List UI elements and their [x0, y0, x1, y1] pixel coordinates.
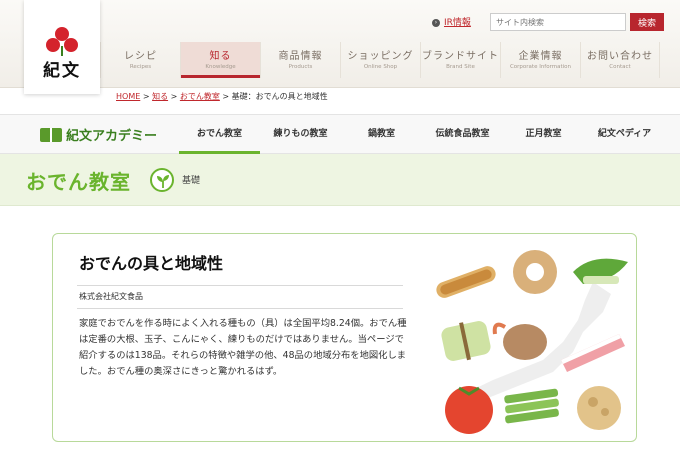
- academy-logo-text: 紀文アカデミー: [66, 129, 158, 144]
- nav-label: 企業情報: [518, 51, 563, 62]
- ganmodoki-ring-icon: [513, 250, 557, 294]
- tab-oden[interactable]: おでん教室: [179, 115, 260, 154]
- search-input[interactable]: [490, 13, 626, 31]
- tab-newyear[interactable]: 正月教室: [503, 115, 584, 154]
- tomato-icon: [445, 386, 493, 434]
- article-card: おでんの具と地域性 株式会社紀文食品 家庭でおでんを作る時によく入れる種もの（具…: [52, 233, 637, 442]
- nav-sublabel: Recipes: [129, 64, 152, 70]
- breadcrumb-current: 基礎：おでんの具と地域性: [231, 92, 328, 101]
- search-button[interactable]: 検索: [630, 13, 664, 31]
- komatsuna-icon: [573, 258, 628, 284]
- breadcrumb: HOME > 知る > おでん教室 > 基礎：おでんの具と地域性: [116, 91, 328, 102]
- ir-label: IR情報: [444, 18, 471, 28]
- nav-item-knowledge[interactable]: 知る Knowledge: [180, 42, 260, 78]
- breadcrumb-separator: >: [140, 92, 153, 101]
- nav-item-shop[interactable]: ショッピング Online Shop: [340, 42, 420, 78]
- sprout-icon: [150, 168, 174, 192]
- divider: [77, 285, 403, 286]
- tab-nabe[interactable]: 鍋教室: [341, 115, 422, 154]
- category-subtitle: 基礎: [182, 176, 201, 186]
- shrimp-skewer-icon: [492, 322, 547, 360]
- oden-ingredients-illustration: [436, 250, 628, 434]
- nav-label: 知る: [209, 51, 232, 62]
- nav-sublabel: Knowledge: [205, 64, 236, 70]
- nav-label: レシピ: [124, 51, 157, 62]
- nav-sublabel: Corporate Information: [509, 64, 572, 70]
- nav-item-recipes[interactable]: レシピ Recipes: [100, 42, 180, 78]
- nav-sublabel: Online Shop: [363, 64, 398, 70]
- breadcrumb-separator: >: [219, 92, 232, 101]
- logo-mark-icon: [46, 27, 78, 56]
- nav-label: お問い合わせ: [587, 51, 653, 62]
- nav-label: 商品情報: [278, 51, 323, 62]
- breadcrumb-separator: >: [168, 92, 180, 101]
- nav-sublabel: Contact: [609, 64, 631, 70]
- nav-item-brand[interactable]: ブランドサイト Brand Site: [420, 42, 500, 78]
- breadcrumb-home[interactable]: HOME: [116, 92, 140, 101]
- kibun-logo[interactable]: 紀文: [24, 0, 100, 94]
- tab-pedia[interactable]: 紀文ペディア: [584, 115, 665, 154]
- article-author: 株式会社紀文食品: [79, 292, 143, 301]
- global-nav: レシピ Recipes 知る Knowledge 商品情報 Products シ…: [100, 42, 660, 78]
- asparagus-icon: [504, 388, 559, 424]
- ir-link[interactable]: › IR情報: [432, 15, 471, 28]
- kinchaku-icon: [577, 386, 621, 430]
- nav-item-contact[interactable]: お問い合わせ Contact: [580, 42, 660, 78]
- divider: [77, 308, 403, 309]
- breadcrumb-knowledge[interactable]: 知る: [152, 92, 168, 101]
- cabbage-roll-icon: [441, 321, 491, 361]
- site-header: 紀文 › IR情報 検索 レシピ Recipes 知る Knowledge 商品情…: [0, 0, 680, 94]
- tab-neri[interactable]: 練りもの教室: [260, 115, 341, 154]
- category-band: おでん教室 基礎: [0, 154, 680, 206]
- academy-tabs: おでん教室 練りもの教室 鍋教室 伝統食品教室 正月教室 紀文ペディア: [179, 115, 665, 154]
- chikuwa-icon: [436, 266, 496, 298]
- article-body: 家庭でおでんを作る時によく入れる種もの（具）は全国平均8.24個。おでん種は定番…: [79, 318, 407, 377]
- arrow-icon: ›: [432, 19, 440, 27]
- logo-text: 紀文: [43, 61, 81, 81]
- nav-label: ブランドサイト: [422, 51, 499, 62]
- nav-sublabel: Products: [288, 64, 313, 70]
- book-icon: [40, 128, 62, 142]
- nav-item-corporate[interactable]: 企業情報 Corporate Information: [500, 42, 580, 78]
- tab-traditional[interactable]: 伝統食品教室: [422, 115, 503, 154]
- article-title: おでんの具と地域性: [79, 254, 224, 273]
- nav-label: ショッピング: [347, 51, 414, 62]
- nav-sublabel: Brand Site: [446, 64, 475, 70]
- academy-logo[interactable]: 紀文アカデミー: [40, 125, 157, 144]
- breadcrumb-oden[interactable]: おでん教室: [180, 92, 220, 101]
- category-title: おでん教室: [26, 170, 131, 194]
- academy-nav: 紀文アカデミー おでん教室 練りもの教室 鍋教室 伝統食品教室 正月教室 紀文ペ…: [0, 114, 680, 154]
- nav-item-products[interactable]: 商品情報 Products: [260, 42, 340, 78]
